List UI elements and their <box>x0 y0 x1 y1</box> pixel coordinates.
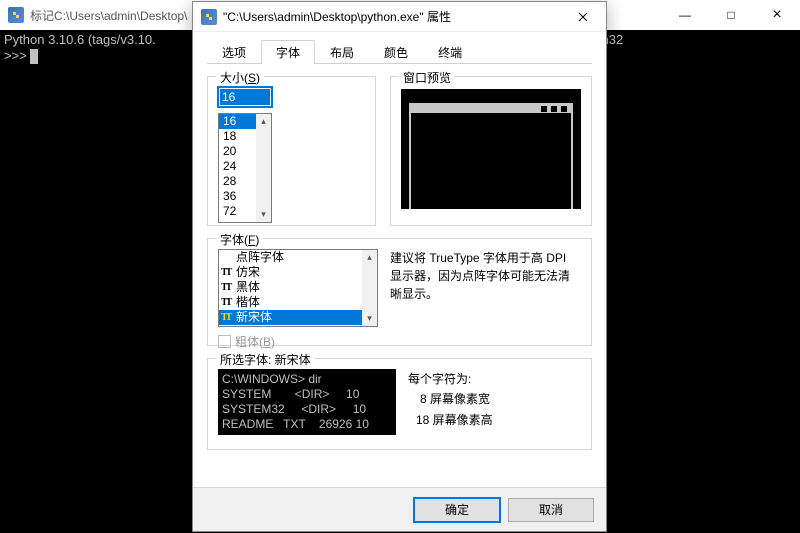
preview-label: 窗口预览 <box>399 69 455 86</box>
scroll-up-icon[interactable]: ▴ <box>362 250 377 265</box>
preview-canvas <box>401 89 581 209</box>
scroll-up-icon[interactable]: ▴ <box>256 114 271 129</box>
scroll-down-icon[interactable]: ▾ <box>362 311 377 326</box>
font-hint-text: 建议将 TrueType 字体用于高 DPI 显示器，因为点阵字体可能无法清晰显… <box>390 249 581 333</box>
python-icon <box>201 9 217 25</box>
tab-options[interactable]: 选项 <box>207 40 261 64</box>
tab-colors[interactable]: 颜色 <box>369 40 423 64</box>
font-group: 字体(F) 点阵字体 TT仿宋 TT黑体 TT楷体 TT新宋体 ▴ ▾ <box>207 238 592 346</box>
tab-font[interactable]: 字体 <box>261 40 315 64</box>
size-option[interactable]: 36 <box>219 189 257 204</box>
size-option[interactable]: 72 <box>219 204 257 219</box>
tab-bar: 选项 字体 布局 颜色 终端 <box>207 40 592 64</box>
terminal-window-controls: — □ × <box>662 0 800 30</box>
font-option[interactable]: TT新宋体 <box>219 310 377 325</box>
tab-layout[interactable]: 布局 <box>315 40 369 64</box>
size-input[interactable]: 16 <box>218 87 272 107</box>
size-option[interactable]: 20 <box>219 144 257 159</box>
size-label: 大小(S) <box>216 69 264 86</box>
char-height: 18 屏幕像素高 <box>408 410 493 430</box>
font-option[interactable]: TT黑体 <box>219 280 377 295</box>
font-option[interactable]: 点阵字体 <box>219 250 377 265</box>
maximize-button[interactable]: □ <box>708 0 754 30</box>
font-listbox[interactable]: 点阵字体 TT仿宋 TT黑体 TT楷体 TT新宋体 ▴ ▾ <box>218 249 378 327</box>
ok-button[interactable]: 确定 <box>414 498 500 522</box>
selected-font-label: 所选字体: 新宋体 <box>216 351 315 368</box>
close-button[interactable]: × <box>754 0 800 30</box>
dialog-close-button[interactable] <box>560 2 606 32</box>
cursor-icon <box>30 49 38 64</box>
terminal-title: 标记C:\Users\admin\Desktop\ <box>30 7 187 24</box>
scroll-down-icon[interactable]: ▾ <box>256 207 271 222</box>
preview-group: 窗口预览 <box>390 76 592 226</box>
python-icon <box>8 7 24 23</box>
font-option[interactable]: TT仿宋 <box>219 265 377 280</box>
size-option[interactable]: 24 <box>219 159 257 174</box>
tab-terminal[interactable]: 终端 <box>423 40 477 64</box>
properties-dialog: "C:\Users\admin\Desktop\python.exe" 属性 选… <box>192 1 607 532</box>
size-option[interactable]: 18 <box>219 129 257 144</box>
size-group: 大小(S) 16 16 18 20 24 28 36 72 <box>207 76 376 226</box>
checkbox-icon <box>218 335 231 348</box>
minimize-button[interactable]: — <box>662 0 708 30</box>
char-info-label: 每个字符为: <box>408 369 493 389</box>
char-dimensions: 每个字符为: 8 屏幕像素宽 18 屏幕像素高 <box>408 369 493 437</box>
font-label: 字体(F) <box>216 231 263 248</box>
scrollbar[interactable]: ▴ ▾ <box>362 250 377 326</box>
dialog-titlebar[interactable]: "C:\Users\admin\Desktop\python.exe" 属性 <box>193 2 606 32</box>
selected-font-group: 所选字体: 新宋体 C:\WINDOWS> dir SYSTEM <DIR> 1… <box>207 358 592 450</box>
dialog-button-bar: 确定 取消 <box>193 487 606 531</box>
scrollbar[interactable]: ▴ ▾ <box>256 114 271 222</box>
font-option[interactable]: TT楷体 <box>219 295 377 310</box>
bold-checkbox[interactable]: 粗体(B) <box>218 333 378 350</box>
dialog-title: "C:\Users\admin\Desktop\python.exe" 属性 <box>223 8 451 25</box>
size-option[interactable]: 16 <box>219 114 257 129</box>
size-listbox[interactable]: 16 18 20 24 28 36 72 ▴ ▾ <box>218 113 272 223</box>
close-icon <box>578 12 588 22</box>
cancel-button[interactable]: 取消 <box>508 498 594 522</box>
font-sample: C:\WINDOWS> dir SYSTEM <DIR> 10 SYSTEM32… <box>218 369 396 435</box>
size-option[interactable]: 28 <box>219 174 257 189</box>
bold-label: 粗体(B) <box>235 333 275 350</box>
char-width: 8 屏幕像素宽 <box>408 389 493 409</box>
